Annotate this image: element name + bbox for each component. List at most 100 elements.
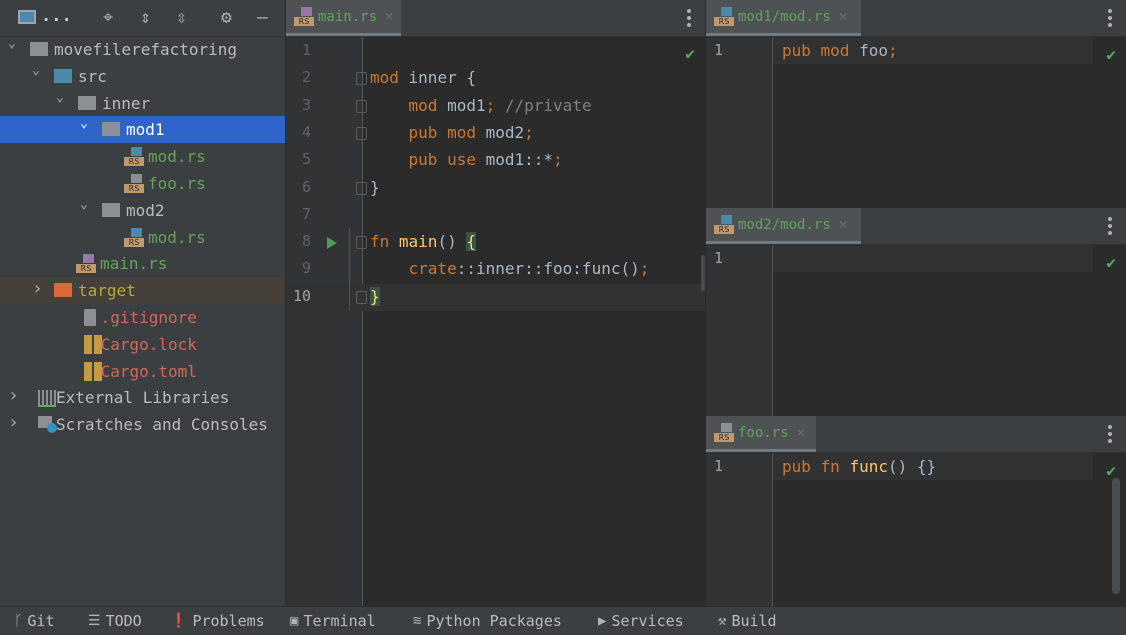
inspection-ok-icon[interactable]: ✔ — [685, 44, 695, 63]
locate-icon[interactable]: ⌖ — [103, 8, 113, 28]
line-number: 2 — [301, 68, 311, 87]
close-tab-icon[interactable]: × — [385, 9, 393, 25]
tab-label: mod2/mod.rs — [738, 216, 831, 233]
chevron-down-icon[interactable]: ⌄ — [8, 37, 18, 50]
tree-item-foo-rs[interactable]: RS foo.rs — [0, 170, 285, 197]
fold-marker-icon[interactable] — [356, 99, 367, 113]
line-number: 6 — [301, 177, 311, 196]
run-icon[interactable] — [327, 237, 337, 249]
tree-item-label: Cargo.toml — [100, 361, 197, 381]
fold-marker-icon[interactable] — [356, 181, 367, 195]
tree-item-movefilerefactoring[interactable]: ⌄ movefilerefactoring — [0, 36, 285, 63]
python-packages-icon: ≋ — [413, 613, 422, 629]
inspection-ok-icon[interactable]: ✔ — [1106, 45, 1116, 64]
close-tab-icon[interactable]: × — [797, 425, 805, 441]
fold-marker-icon[interactable] — [356, 290, 367, 304]
project-view-icon[interactable] — [18, 10, 36, 24]
chevron-down-icon[interactable]: ⌄ — [80, 198, 90, 211]
tree-item-cargo-lock[interactable]: Cargo.lock — [0, 331, 285, 358]
tool-git[interactable]: ᚴ Git — [14, 607, 55, 635]
folder-icon — [54, 283, 72, 298]
gutter-divider — [362, 37, 363, 606]
fold-marker-icon[interactable] — [356, 72, 367, 86]
code-token: ; — [887, 41, 898, 60]
code-line[interactable]: pub mod foo; — [782, 37, 898, 64]
tool-label: Terminal — [303, 612, 376, 630]
tree-item-cargo-toml[interactable]: Cargo.toml — [0, 358, 285, 385]
collapse-all-icon[interactable]: ⇳ — [176, 8, 187, 28]
code-line[interactable]: pub fn func() {} — [782, 453, 936, 480]
split-editor-tab[interactable]: RS mod2/mod.rs × — [706, 208, 861, 244]
rust-file-icon: RS — [124, 147, 144, 167]
project-tool-window: ... ⌖ ⇕ ⇳ ⚙ — ⌄ movefilerefactoring ⌄ src ⌄ i… — [0, 0, 286, 606]
tool-todo[interactable]: ☰ TODO — [88, 607, 142, 635]
more-options-icon[interactable] — [1108, 217, 1112, 238]
more-options-icon[interactable] — [1108, 9, 1112, 30]
code-line[interactable]: pub mod mod2; — [370, 119, 534, 146]
folder-icon — [102, 122, 120, 137]
tree-item-scratches-and-consoles[interactable]: › Scratches and Consoles — [0, 411, 285, 438]
code-token: crate — [370, 259, 457, 279]
tree-item-external-libraries[interactable]: › External Libraries — [0, 384, 285, 411]
code-line[interactable]: crate::inner::foo:func(); — [370, 255, 650, 282]
tree-item-label: External Libraries — [56, 388, 230, 408]
code-line[interactable]: mod mod1; //private — [370, 92, 592, 119]
code-line[interactable]: mod inner { — [370, 64, 476, 91]
chevron-right-icon[interactable]: › — [8, 387, 19, 405]
split-editor-tab[interactable]: RS foo.rs × — [706, 416, 816, 452]
tree-item-main-rs[interactable]: RS main.rs — [0, 250, 285, 277]
minimize-icon[interactable]: — — [257, 8, 268, 28]
rust-file-icon: RS — [714, 6, 734, 27]
tool-terminal[interactable]: ▣ Terminal — [290, 607, 376, 635]
tree-item-gitignore[interactable]: .gitignore — [0, 304, 285, 331]
more-options-icon[interactable] — [1108, 425, 1112, 446]
fold-marker-icon[interactable] — [356, 236, 367, 250]
tree-item-label: Scratches and Consoles — [56, 415, 268, 435]
split-editor-tab[interactable]: RS mod1/mod.rs × — [706, 0, 861, 36]
inspection-ok-icon[interactable]: ✔ — [1106, 253, 1116, 272]
code-line[interactable]: pub use mod1::*; — [370, 146, 563, 173]
editor-scrollbar[interactable] — [1112, 478, 1120, 594]
tree-item-label: foo.rs — [148, 174, 206, 193]
editor-scrollbar[interactable] — [701, 255, 705, 291]
tree-item-label: mod.rs — [148, 147, 206, 167]
code-token: pub mod — [782, 41, 850, 60]
view-dropdown[interactable]: ... — [41, 6, 72, 26]
tab-main-rs[interactable]: RS main.rs × — [286, 0, 402, 36]
tool-python-packages[interactable]: ≋ Python Packages — [413, 607, 562, 635]
close-tab-icon[interactable]: × — [839, 9, 847, 25]
fold-marker-icon[interactable] — [356, 126, 367, 140]
code-token: ; — [524, 122, 534, 142]
folder-icon — [30, 42, 48, 56]
code-line[interactable]: } — [370, 283, 380, 310]
chevron-down-icon[interactable]: ⌄ — [32, 64, 42, 77]
close-tab-icon[interactable]: × — [839, 217, 847, 233]
code-token: foo — [849, 41, 888, 60]
chevron-right-icon[interactable]: › — [8, 414, 19, 432]
rust-file-icon: RS — [714, 214, 734, 235]
tree-item-target[interactable]: › target — [0, 277, 285, 305]
tree-item-mod-rs[interactable]: RS mod.rs — [0, 224, 285, 251]
tool-services[interactable]: ▶ Services — [598, 607, 684, 635]
tree-item-src[interactable]: ⌄ src — [0, 63, 285, 90]
line-number: 7 — [301, 204, 311, 223]
chevron-down-icon[interactable]: ⌄ — [80, 117, 90, 130]
line-number: 1 — [714, 457, 724, 475]
chevron-right-icon[interactable]: › — [32, 280, 43, 298]
code-token: ::inner::foo:func() — [456, 259, 640, 279]
tool-build[interactable]: ⚒ Build — [718, 607, 777, 635]
tool-problems[interactable]: ❗ Problems — [170, 607, 265, 635]
folder-icon — [54, 68, 72, 83]
more-options-icon[interactable] — [687, 9, 691, 30]
tree-item-inner[interactable]: ⌄ inner — [0, 90, 285, 117]
expand-all-icon[interactable]: ⇕ — [140, 8, 151, 28]
tree-item-mod-rs[interactable]: RS mod.rs — [0, 143, 285, 170]
gear-icon[interactable]: ⚙ — [221, 8, 232, 28]
chevron-down-icon[interactable]: ⌄ — [56, 91, 66, 104]
rust-file-icon: RS — [124, 174, 144, 194]
tree-item-label: .gitignore — [100, 308, 197, 327]
code-line[interactable]: fn main() { — [370, 228, 476, 255]
code-line[interactable]: } — [370, 174, 380, 201]
tree-item-mod2[interactable]: ⌄ mod2 — [0, 197, 285, 224]
tree-item-mod1[interactable]: ⌄ mod1 — [0, 116, 285, 144]
